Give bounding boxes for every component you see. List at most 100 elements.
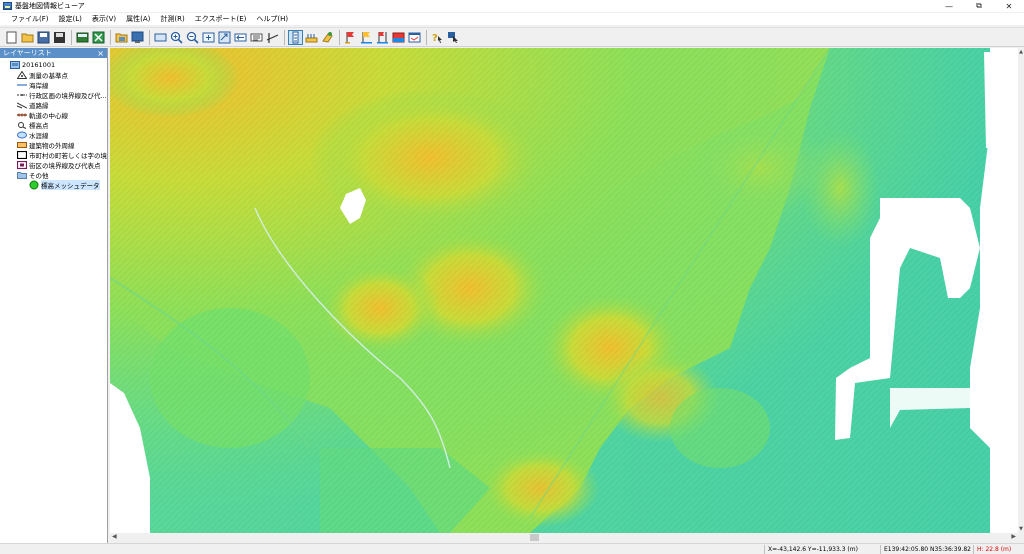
layer-item[interactable]: 行政区画の境界線及び代... <box>0 90 107 100</box>
layer-label: 水涯線 <box>29 132 49 140</box>
layer-item[interactable]: 軌道の中心線 <box>0 110 107 120</box>
maximize-button[interactable]: ⧉ <box>964 0 994 12</box>
folder-icon <box>17 171 27 179</box>
app-map-icon <box>3 2 12 10</box>
layer-item[interactable]: 測量の基準点 <box>0 70 107 80</box>
boundary-line-icon <box>17 91 27 99</box>
layer-label: 標高点 <box>29 122 49 130</box>
window-icon[interactable] <box>407 30 422 45</box>
layer-item[interactable]: その他 <box>0 170 107 180</box>
map-folder-icon <box>10 61 20 69</box>
open-icon[interactable] <box>20 30 35 45</box>
toolbar-separator <box>426 29 427 45</box>
layer-label: 海岸線 <box>29 82 49 90</box>
paint-icon[interactable] <box>320 30 335 45</box>
menu-help[interactable]: ヘルプ(H) <box>251 14 293 24</box>
menu-export[interactable]: エクスポート(E) <box>190 14 252 24</box>
panel-header: レイヤーリスト × <box>0 48 107 58</box>
menu-measure[interactable]: 計測(R) <box>155 14 189 24</box>
scroll-left-icon[interactable]: ◀ <box>112 533 117 540</box>
close-button[interactable]: ✕ <box>994 0 1024 12</box>
layer-label: その他 <box>29 172 49 180</box>
status-coordinates: X=-43,142.6 Y=-11,933.3 (m) <box>768 546 858 553</box>
export-sheet-icon[interactable] <box>91 30 106 45</box>
layer-list-icon[interactable] <box>249 30 264 45</box>
road-edge-icon <box>17 101 27 109</box>
pan-icon[interactable] <box>233 30 248 45</box>
layer-label: 街区の境界線及び代表点 <box>29 162 101 170</box>
info-pointer-icon[interactable] <box>446 30 461 45</box>
ruler-icon[interactable] <box>304 30 319 45</box>
zoom-out-icon[interactable] <box>185 30 200 45</box>
water-line-icon <box>17 131 27 139</box>
railway-icon <box>17 111 27 119</box>
status-separator <box>880 545 881 554</box>
svg-text:?: ? <box>432 33 438 44</box>
coastline-icon <box>17 81 27 89</box>
print-preview-icon[interactable] <box>130 30 145 45</box>
full-extent-icon[interactable] <box>153 30 168 45</box>
layer-label: 建築物の外周線 <box>29 142 75 150</box>
horizontal-scrollbar[interactable]: ◀ ▶ <box>110 533 1018 542</box>
toolbar-separator <box>149 29 150 45</box>
layer-item[interactable]: 道路縁 <box>0 100 107 110</box>
map-canvas[interactable] <box>110 48 1018 533</box>
menu-settings[interactable]: 設定(L) <box>54 14 87 24</box>
status-height: H: 22.8 (m) <box>977 546 1012 553</box>
layer-label: 市町村の町若しくは字の境... <box>29 152 107 160</box>
flag-red-icon[interactable] <box>343 30 358 45</box>
zoom-window-icon[interactable] <box>201 30 216 45</box>
flag-yellow-icon[interactable] <box>359 30 374 45</box>
scroll-thumb[interactable] <box>530 534 539 541</box>
layer-item[interactable]: 建築物の外周線 <box>0 140 107 150</box>
layer-label: 軌道の中心線 <box>29 112 68 120</box>
window-title: 基盤地図情報ビューア <box>15 2 85 10</box>
panel-title: レイヤーリスト <box>3 49 52 57</box>
flag-compare-icon[interactable] <box>375 30 390 45</box>
toolbar-separator <box>110 29 111 45</box>
toolbar: ? <box>0 27 1024 47</box>
export-image-icon[interactable] <box>75 30 90 45</box>
layer-item[interactable]: 標高点 <box>0 120 107 130</box>
help-pointer-icon[interactable]: ? <box>430 30 445 45</box>
layer-item[interactable]: 市町村の町若しくは字の境... <box>0 150 107 160</box>
save-icon[interactable] <box>36 30 51 45</box>
layer-label: 測量の基準点 <box>29 72 68 80</box>
status-latlon: E139:42:05.80 N35:36:39.82 <box>884 546 971 553</box>
layer-label: 行政区画の境界線及び代... <box>29 92 107 100</box>
menu-view[interactable]: 表示(V) <box>87 14 121 24</box>
tree-root-label: 20161001 <box>22 61 56 69</box>
layer-tree: 20161001 測量の基準点 海岸線 行政区画の境界線及び代... 道路縁 軌… <box>0 58 107 190</box>
toolbar-separator <box>339 29 340 45</box>
building-icon <box>17 141 27 149</box>
triangle-point-icon <box>17 71 27 79</box>
scroll-up-icon[interactable]: ▲ <box>1018 49 1024 55</box>
select-tool-icon[interactable] <box>288 29 303 45</box>
menu-attribute[interactable]: 属性(A) <box>121 14 155 24</box>
layer-list-panel: レイヤーリスト × 20161001 測量の基準点 海岸線 行政区画の境界線及び… <box>0 48 108 543</box>
menu-file[interactable]: ファイル(F) <box>6 14 54 24</box>
layer-item[interactable]: 海岸線 <box>0 80 107 90</box>
measure-line-icon[interactable] <box>265 30 280 45</box>
app-window: 基盤地図情報ビューア — ⧉ ✕ ファイル(F) 設定(L) 表示(V) 属性(… <box>0 0 1024 554</box>
new-icon[interactable] <box>4 30 19 45</box>
flag-chart-icon[interactable] <box>391 30 406 45</box>
zoom-prev-icon[interactable] <box>217 30 232 45</box>
toolbar-separator <box>284 29 285 45</box>
layer-label: 道路縁 <box>29 102 49 110</box>
layer-item[interactable]: 水涯線 <box>0 130 107 140</box>
scroll-right-icon[interactable]: ▶ <box>1011 533 1016 540</box>
layer-item[interactable]: 街区の境界線及び代表点 <box>0 160 107 170</box>
print-icon[interactable] <box>114 30 129 45</box>
status-separator <box>764 545 765 554</box>
elevation-point-icon <box>17 121 27 129</box>
panel-close-button[interactable]: × <box>97 49 104 58</box>
vertical-scrollbar[interactable]: ▲ ▼ <box>1018 48 1024 533</box>
sublayer-item[interactable]: 標高メッシュデータ <box>0 180 107 190</box>
minimize-button[interactable]: — <box>934 0 964 12</box>
toolbar-separator <box>71 29 72 45</box>
zoom-in-icon[interactable] <box>169 30 184 45</box>
tree-root[interactable]: 20161001 <box>0 60 107 70</box>
scroll-down-icon[interactable]: ▼ <box>1018 526 1024 532</box>
save-as-icon[interactable] <box>52 30 67 45</box>
